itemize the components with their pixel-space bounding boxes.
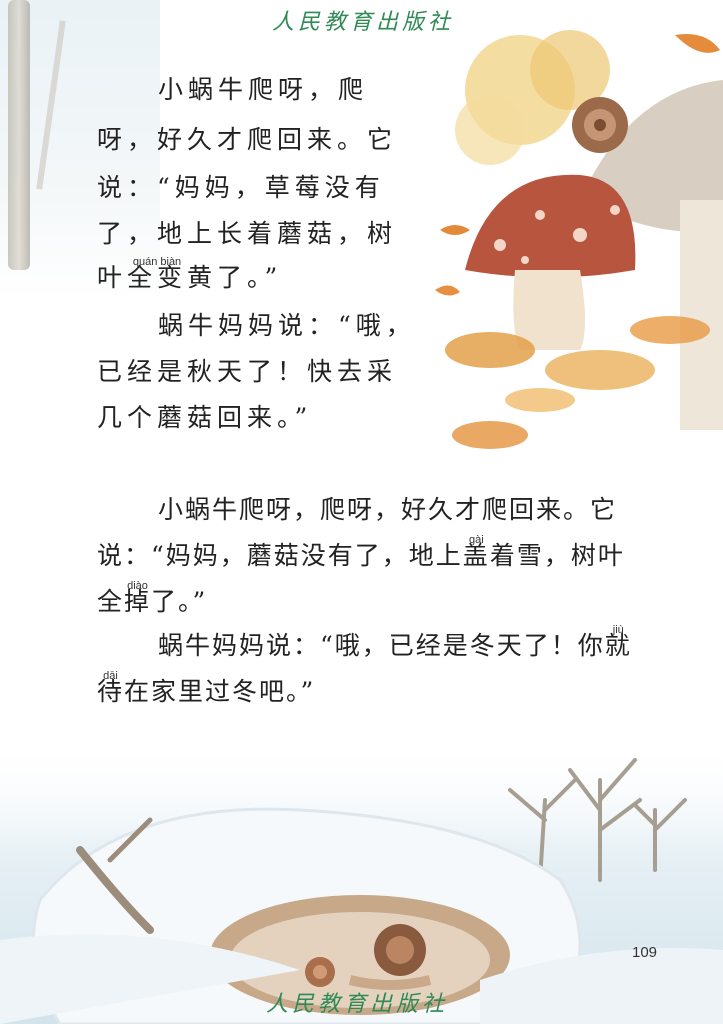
publisher-header: 人民教育出版社 xyxy=(272,10,455,35)
pinyin-annotated-word: quán biàn 全变 xyxy=(127,256,187,294)
text-line: 蜗牛妈妈说：“哦， xyxy=(158,311,416,340)
text-segment: 叶 xyxy=(97,263,128,292)
text-segment: 了。” xyxy=(151,587,208,616)
pinyin-annotation: quán biàn xyxy=(132,256,182,268)
text-segment: 黄了。” xyxy=(187,263,283,292)
text-segment: 着雪，树叶 xyxy=(489,541,625,570)
autumn-mushroom-illustration xyxy=(435,30,723,449)
pinyin-annotation: diào xyxy=(127,580,148,592)
pinyin-annotated-word: dāi 待 xyxy=(97,670,124,708)
text-line-with-pinyin: dāi 待在家里过冬吧。” xyxy=(97,670,316,708)
pinyin-annotated-word: gài 盖 xyxy=(463,534,490,572)
text-line: 几个蘑菇回来。” xyxy=(97,403,313,432)
text-line-with-pinyin: 说：“妈妈，蘑菇没有了，地上 gài 盖着雪，树叶 xyxy=(97,534,625,572)
text-segment: 全 xyxy=(97,587,125,616)
text-line: 小蜗牛爬呀，爬 xyxy=(158,75,369,104)
winter-snow-burrow-illustration xyxy=(0,740,723,1024)
text-line: 呀，好久才爬回来。它 xyxy=(97,125,398,154)
text-segment: 蜗牛妈妈说：“哦，已经是冬天了！你 xyxy=(158,631,605,660)
text-segment: 在家里过冬吧。” xyxy=(124,677,316,706)
text-line: 说：“妈妈，草莓没有 xyxy=(97,173,385,202)
pinyin-annotated-word: jiù 就 xyxy=(605,624,632,662)
pinyin-annotation: jiù xyxy=(612,624,624,636)
text-segment: 说：“妈妈，蘑菇没有了，地上 xyxy=(97,541,463,570)
text-line-with-pinyin: 蜗牛妈妈说：“哦，已经是冬天了！你 jiù 就 xyxy=(158,624,632,662)
text-line: 已经是秋天了！快去采 xyxy=(97,357,398,386)
publisher-footer: 人民教育出版社 xyxy=(266,992,449,1017)
text-line: 小蜗牛爬呀，爬呀，好久才爬回来。它 xyxy=(158,495,618,524)
pinyin-annotation: gài xyxy=(468,534,484,546)
page-number: 109 xyxy=(632,944,658,961)
tree-trunk-illustration xyxy=(8,0,30,270)
pinyin-annotated-word: diào 掉 xyxy=(124,580,151,618)
pinyin-annotation: dāi xyxy=(103,670,118,682)
text-line-with-pinyin: 叶 quán biàn 全变黄了。” xyxy=(97,256,283,294)
text-line-with-pinyin: 全 diào 掉了。” xyxy=(97,580,208,618)
textbook-page: 人民教育出版社 小蜗牛爬呀，爬 呀，好久才爬回来。它 说：“妈妈，草莓没有 了，… xyxy=(0,0,723,1024)
